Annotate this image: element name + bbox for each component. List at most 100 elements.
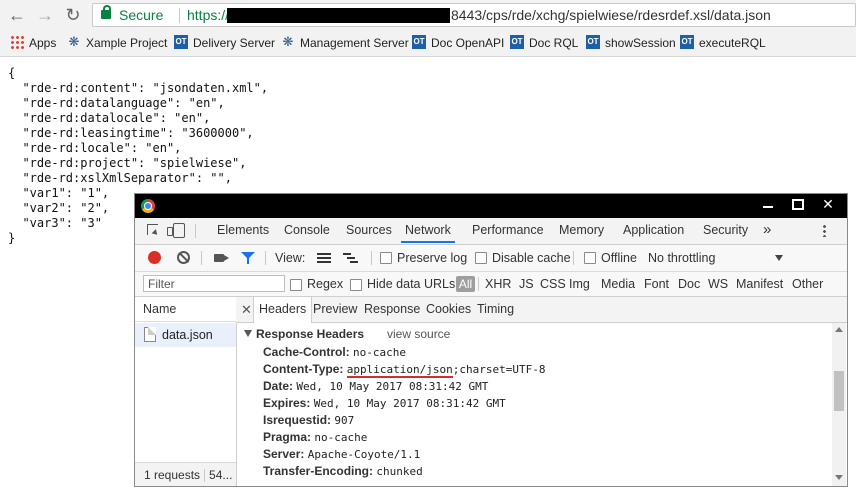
ot-icon: OT bbox=[680, 35, 694, 49]
scroll-up-arrow-icon[interactable] bbox=[835, 327, 843, 332]
tab-memory[interactable]: Memory bbox=[559, 218, 604, 243]
json-line: "rde-rd:locale": "en", bbox=[8, 141, 182, 155]
forward-arrow-icon[interactable]: → bbox=[34, 4, 56, 26]
offline-checkbox[interactable] bbox=[584, 252, 596, 264]
list-view-icon[interactable] bbox=[317, 253, 331, 263]
bookmark-xample-project[interactable]: ❋ Xample Project bbox=[67, 35, 168, 51]
request-row[interactable]: data.json bbox=[135, 323, 236, 347]
view-source-link[interactable]: view source bbox=[387, 327, 450, 341]
network-filter-bar: Regex Hide data URLs All XHR JS CSS Img … bbox=[135, 272, 847, 297]
tab-separator bbox=[195, 224, 196, 238]
request-name: data.json bbox=[162, 328, 213, 342]
scrollbar-thumb[interactable] bbox=[834, 371, 844, 411]
json-line: "rde-rd:datalanguage": "en", bbox=[8, 96, 225, 110]
preserve-log-checkbox[interactable] bbox=[380, 252, 392, 264]
tab-application[interactable]: Application bbox=[623, 218, 684, 243]
filter-type-font[interactable]: Font bbox=[644, 272, 669, 296]
close-icon[interactable]: ✕ bbox=[813, 194, 843, 214]
maximize-icon[interactable] bbox=[783, 194, 813, 214]
kebab-menu-icon[interactable] bbox=[823, 224, 826, 237]
filter-type-other[interactable]: Other bbox=[792, 272, 823, 296]
chevron-down-icon[interactable] bbox=[775, 255, 783, 261]
preserve-log-label: Preserve log bbox=[397, 251, 468, 265]
regex-checkbox[interactable] bbox=[290, 279, 302, 291]
bookmark-executerql[interactable]: OT executeRQL bbox=[680, 35, 766, 51]
url-scheme: https:// bbox=[187, 7, 230, 23]
record-icon[interactable] bbox=[148, 251, 161, 264]
browser-toolbar: ← → ↻ Secure https:// 8443/cps/rde/xchg/… bbox=[0, 0, 856, 30]
hide-data-urls-label: Hide data URLs bbox=[367, 277, 456, 291]
device-toolbar-icon[interactable] bbox=[167, 223, 185, 238]
bookmark-delivery-server[interactable]: OT Delivery Server bbox=[174, 35, 275, 51]
filter-type-xhr[interactable]: XHR bbox=[485, 272, 511, 296]
filter-type-css[interactable]: CSS bbox=[540, 272, 566, 296]
waterfall-view-icon[interactable] bbox=[343, 253, 358, 263]
filter-funnel-icon[interactable] bbox=[241, 252, 255, 264]
minimize-icon[interactable] bbox=[753, 194, 783, 214]
status-divider bbox=[204, 469, 206, 483]
headers-scrollbar[interactable] bbox=[832, 323, 846, 486]
ot-icon: OT bbox=[510, 35, 524, 49]
reload-icon[interactable]: ↻ bbox=[62, 4, 84, 26]
gear-icon: ❋ bbox=[282, 34, 294, 49]
bookmark-showsession[interactable]: OT showSession bbox=[586, 35, 676, 51]
filter-type-ws[interactable]: WS bbox=[708, 272, 728, 296]
filter-input[interactable] bbox=[143, 275, 285, 292]
tab-network[interactable]: Network bbox=[401, 218, 455, 243]
screenshot-camera-icon[interactable] bbox=[214, 254, 229, 262]
bookmarks-bar: Apps ❋ Xample Project OT Delivery Server ❋… bbox=[0, 30, 856, 57]
clear-icon[interactable] bbox=[177, 251, 190, 264]
tab-sources[interactable]: Sources bbox=[346, 218, 392, 243]
toolbar-separator bbox=[201, 251, 202, 265]
filter-type-media[interactable]: Media bbox=[601, 272, 635, 296]
filter-type-js[interactable]: JS bbox=[519, 272, 534, 296]
inspect-element-icon[interactable] bbox=[147, 224, 158, 235]
json-line: { bbox=[8, 66, 16, 80]
content-type-highlight: application/json bbox=[346, 363, 453, 378]
filter-type-all[interactable]: All bbox=[456, 276, 475, 292]
url-path: 8443/cps/rde/xchg/spielwiese/rdesrdef.xs… bbox=[451, 7, 771, 23]
offline-label: Offline bbox=[601, 251, 637, 265]
request-detail-panel: ✕ Headers Preview Response Cookies Timin… bbox=[236, 297, 847, 486]
tab-security[interactable]: Security bbox=[703, 218, 748, 243]
hide-data-urls-checkbox[interactable] bbox=[350, 279, 362, 291]
triangle-down-icon bbox=[244, 330, 252, 337]
disable-cache-checkbox[interactable] bbox=[475, 252, 487, 264]
tab-headers[interactable]: Headers bbox=[253, 297, 313, 323]
header-row: Pragma: no-cache bbox=[263, 430, 368, 444]
devtools-window: ✕ Elements Console Sources Network Perfo… bbox=[134, 193, 848, 487]
close-icon[interactable]: ✕ bbox=[241, 297, 252, 322]
tab-performance[interactable]: Performance bbox=[472, 218, 544, 243]
json-line: "var3": "3" bbox=[8, 216, 102, 230]
request-count: 1 requests bbox=[144, 468, 201, 482]
tab-cookies[interactable]: Cookies bbox=[426, 297, 471, 322]
network-status-bar: 1 requests 54... bbox=[135, 462, 236, 486]
network-toolbar: View: Preserve log Disable cache Offline… bbox=[135, 245, 847, 272]
address-bar[interactable]: Secure https:// 8443/cps/rde/xchg/spielw… bbox=[92, 3, 856, 27]
tab-elements[interactable]: Elements bbox=[217, 218, 269, 243]
json-line: "var1": "1", bbox=[8, 186, 110, 200]
name-column-header[interactable]: Name bbox=[135, 297, 236, 322]
back-arrow-icon[interactable]: ← bbox=[6, 4, 28, 26]
more-tabs-icon[interactable]: » bbox=[763, 218, 771, 242]
bookmark-doc-openapi[interactable]: OT Doc OpenAPI bbox=[412, 35, 504, 51]
detail-tabbar: ✕ Headers Preview Response Cookies Timin… bbox=[236, 297, 847, 323]
regex-label: Regex bbox=[307, 277, 344, 291]
bookmark-doc-rql[interactable]: OT Doc RQL bbox=[510, 35, 578, 51]
tab-preview[interactable]: Preview bbox=[313, 297, 357, 322]
bookmark-management-server[interactable]: ❋ Management Server bbox=[281, 35, 409, 51]
response-headers-toggle[interactable]: Response Headers bbox=[244, 327, 364, 341]
json-line: "rde-rd:content": "jsondaten.xml", bbox=[8, 81, 269, 95]
tab-timing[interactable]: Timing bbox=[477, 297, 514, 322]
tab-response[interactable]: Response bbox=[364, 297, 420, 322]
scroll-down-arrow-icon[interactable] bbox=[835, 475, 843, 480]
filter-type-manifest[interactable]: Manifest bbox=[736, 272, 783, 296]
json-line: "rde-rd:xslXmlSeparator": "", bbox=[8, 171, 232, 185]
bookmark-apps[interactable]: Apps bbox=[10, 35, 56, 51]
filter-type-doc[interactable]: Doc bbox=[678, 272, 700, 296]
tab-console[interactable]: Console bbox=[284, 218, 330, 243]
devtools-titlebar[interactable]: ✕ bbox=[135, 194, 847, 218]
filter-type-img[interactable]: Img bbox=[569, 272, 590, 296]
header-row: Server: Apache-Coyote/1.1 bbox=[263, 447, 421, 461]
throttling-select[interactable]: No throttling bbox=[648, 245, 715, 271]
